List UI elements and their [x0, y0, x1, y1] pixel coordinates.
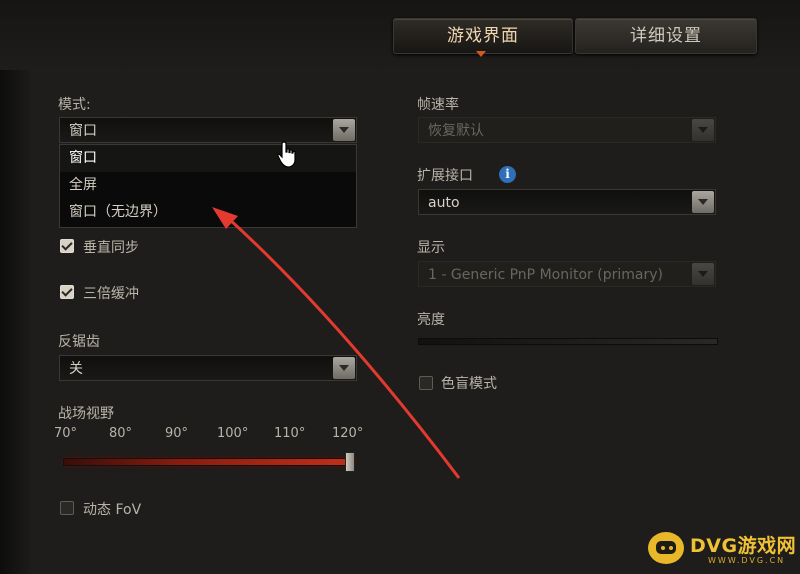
fov-tick: 110°	[274, 426, 306, 441]
chevron-down-icon	[692, 119, 714, 141]
fov-slider-handle[interactable]	[345, 452, 355, 472]
mode-select-value: 窗口	[69, 123, 97, 139]
anti-aliasing-select[interactable]: 关	[59, 355, 357, 381]
tab-detailed-settings[interactable]: 详细设置	[575, 18, 757, 54]
mode-label: 模式:	[58, 97, 91, 113]
chevron-down-icon[interactable]	[333, 357, 355, 379]
tab-game-interface[interactable]: 游戏界面	[393, 18, 573, 54]
fov-tick: 70°	[54, 426, 78, 441]
hand-cursor-icon	[277, 141, 296, 168]
mode-option-fullscreen[interactable]: 全屏	[60, 172, 356, 199]
brightness-slider	[418, 338, 718, 345]
anti-aliasing-label: 反锯齿	[58, 334, 100, 350]
brightness-label: 亮度	[417, 312, 445, 328]
dynamic-fov-checkbox[interactable]	[60, 501, 74, 515]
fov-tick: 90°	[165, 426, 189, 441]
mode-option-borderless[interactable]: 窗口（无边界）	[60, 199, 356, 226]
chevron-down-icon[interactable]	[692, 191, 714, 213]
display-label: 显示	[417, 240, 445, 256]
info-icon[interactable]: i	[499, 166, 516, 183]
triple-buffer-label: 三倍缓冲	[83, 286, 139, 302]
frame-rate-select: 恢复默认	[418, 117, 716, 143]
fov-slider-track[interactable]	[63, 458, 355, 466]
watermark-url: WWW.DVG.CN	[708, 556, 786, 565]
vsync-label: 垂直同步	[83, 240, 139, 256]
fov-tick: 80°	[109, 426, 133, 441]
gamepad-logo-icon	[648, 532, 684, 564]
extended-interface-select[interactable]: auto	[418, 189, 716, 215]
display-select: 1 - Generic PnP Monitor (primary)	[418, 261, 716, 287]
left-edge	[0, 0, 30, 574]
colorblind-checkbox[interactable]	[419, 376, 433, 390]
vsync-checkbox[interactable]	[60, 239, 74, 253]
display-value: 1 - Generic PnP Monitor (primary)	[428, 267, 663, 283]
frame-rate-value: 恢复默认	[428, 123, 484, 139]
mode-select[interactable]: 窗口	[59, 117, 357, 143]
fov-tick: 120°	[332, 426, 364, 441]
triple-buffer-checkbox[interactable]	[60, 285, 74, 299]
watermark: DVG游戏网 WWW.DVG.CN	[648, 530, 798, 570]
extended-interface-label: 扩展接口	[417, 168, 473, 184]
chevron-down-icon[interactable]	[333, 119, 355, 141]
mode-option-window[interactable]: 窗口	[60, 145, 356, 172]
fov-tick: 100°	[217, 426, 249, 441]
fov-label: 战场视野	[58, 406, 114, 422]
watermark-title: DVG游戏网	[690, 535, 797, 557]
frame-rate-label: 帧速率	[417, 97, 459, 113]
mode-dropdown-list: 窗口 全屏 窗口（无边界）	[59, 144, 357, 228]
extended-interface-value: auto	[428, 195, 460, 211]
chevron-down-icon	[692, 263, 714, 285]
colorblind-label: 色盲模式	[441, 376, 497, 392]
anti-aliasing-value: 关	[69, 361, 83, 377]
dynamic-fov-label: 动态 FoV	[83, 502, 142, 518]
